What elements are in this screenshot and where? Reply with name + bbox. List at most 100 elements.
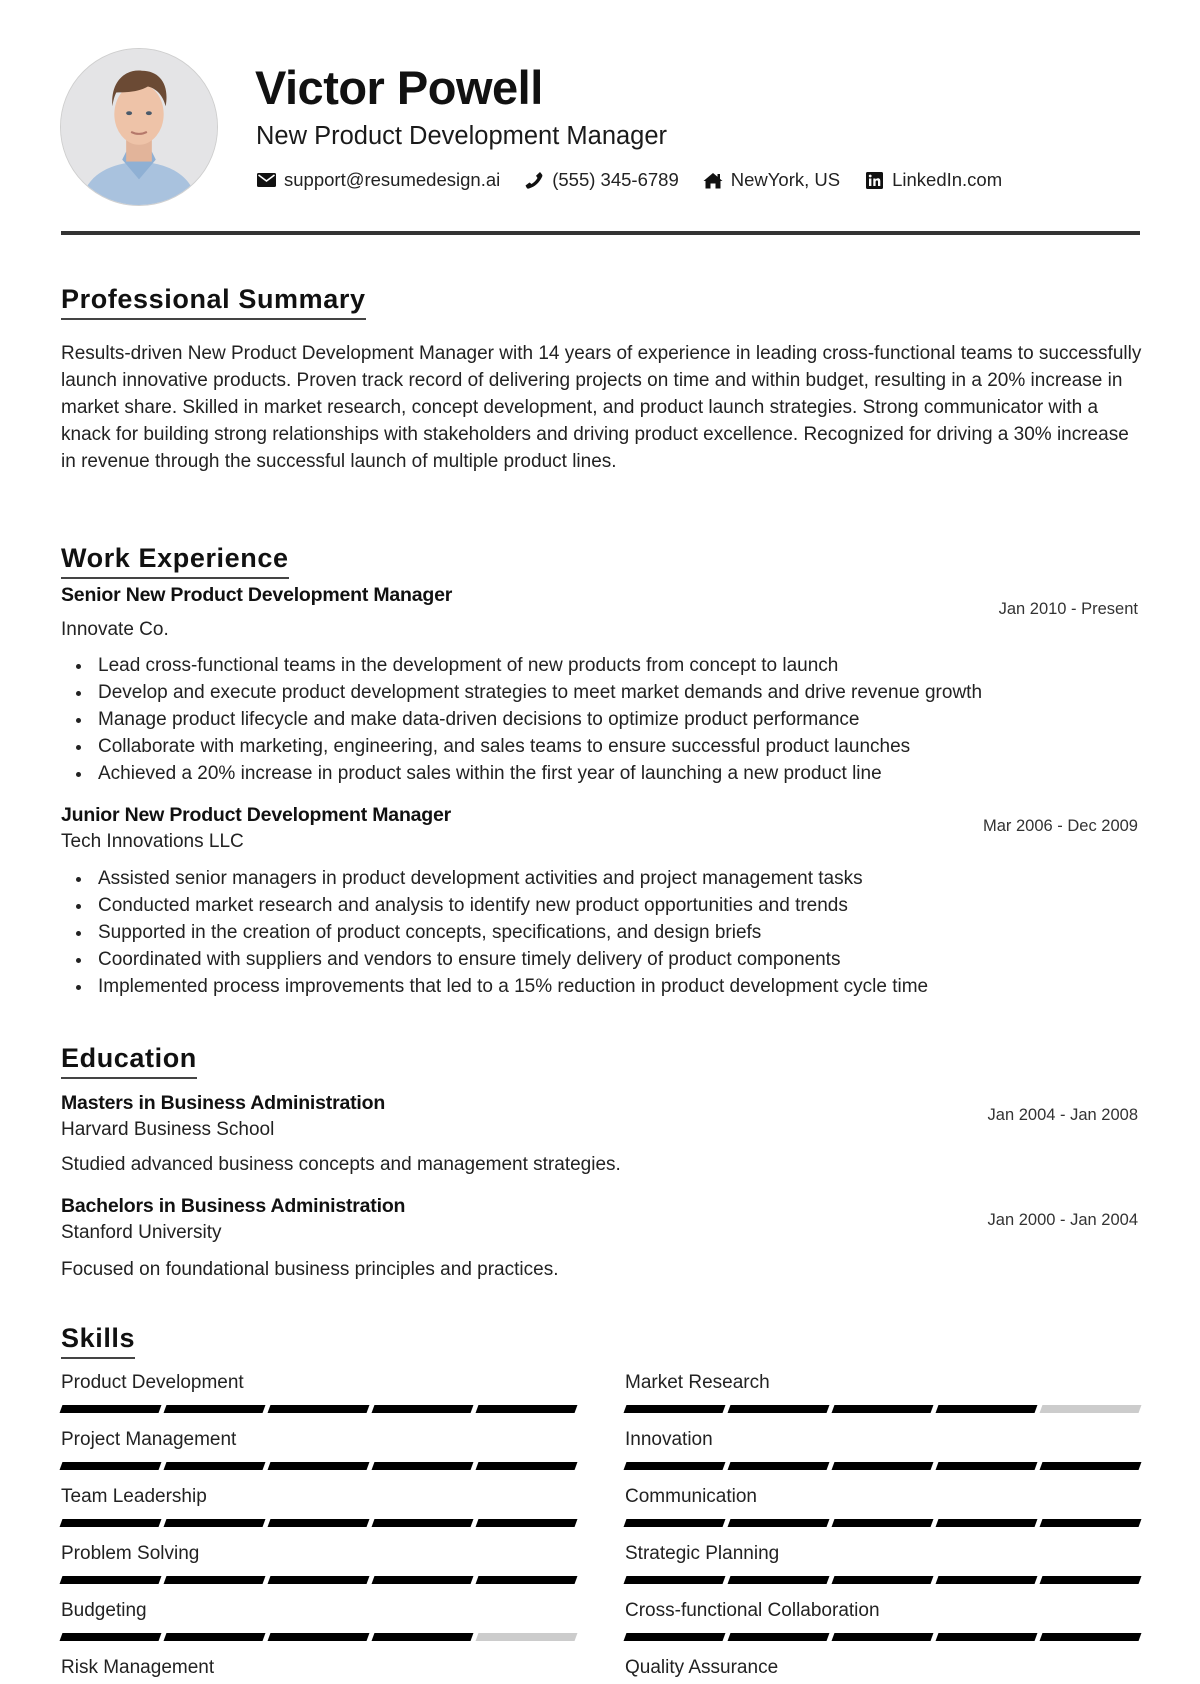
skill-name: Market Research <box>625 1372 770 1393</box>
skill-segment-filled <box>935 1576 1038 1584</box>
job-bullet: Lead cross-functional teams in the devel… <box>61 652 1151 679</box>
skill-segment-filled <box>623 1405 726 1413</box>
summary-heading: Professional Summary <box>61 283 366 320</box>
skill-rating-bar <box>623 1576 1142 1584</box>
skill-segment-filled <box>1039 1519 1142 1527</box>
skill-segment-filled <box>163 1405 266 1413</box>
skill-segment-filled <box>727 1405 830 1413</box>
skill-segment-filled <box>623 1633 726 1641</box>
skill-segment-filled <box>59 1519 162 1527</box>
candidate-title: New Product Development Manager <box>256 122 668 150</box>
education-dates: Jan 2000 - Jan 2004 <box>987 1211 1138 1229</box>
phone-icon <box>524 171 544 189</box>
skill-name: Cross-functional Collaboration <box>625 1600 880 1621</box>
skill-segment-filled <box>371 1519 474 1527</box>
skill-rating-bar <box>59 1576 578 1584</box>
school-name: Harvard Business School <box>61 1119 275 1140</box>
skill-segment-filled <box>59 1405 162 1413</box>
skill-rating-bar <box>59 1405 578 1413</box>
skill-segment-filled <box>831 1405 934 1413</box>
skill-segment-filled <box>623 1519 726 1527</box>
skill-name: Product Development <box>61 1372 244 1393</box>
contact-email[interactable]: support@resumedesign.ai <box>256 169 500 191</box>
skill-segment-filled <box>1039 1462 1142 1470</box>
job-bullet: Supported in the creation of product con… <box>61 919 1151 946</box>
skill-item: Team Leadership <box>59 1485 578 1527</box>
skill-segment-filled <box>727 1576 830 1584</box>
header-divider <box>61 231 1140 235</box>
skill-segment-filled <box>935 1633 1038 1641</box>
contact-phone-text: (555) 345-6789 <box>552 169 679 190</box>
job-bullet: Implemented process improvements that le… <box>61 973 1151 1000</box>
job-bullets: Lead cross-functional teams in the devel… <box>61 652 1151 787</box>
skill-name: Problem Solving <box>61 1543 200 1564</box>
skill-name: Innovation <box>625 1429 713 1450</box>
skill-segment-filled <box>267 1462 370 1470</box>
contact-phone[interactable]: (555) 345-6789 <box>524 169 679 191</box>
skill-segment-filled <box>935 1462 1038 1470</box>
skill-item: Strategic Planning <box>623 1542 1142 1584</box>
skill-segment-filled <box>475 1462 578 1470</box>
skill-segment-filled <box>267 1519 370 1527</box>
school-name: Stanford University <box>61 1222 222 1243</box>
skill-segment-filled <box>831 1576 934 1584</box>
skill-segment-filled <box>623 1576 726 1584</box>
job-bullet: Collaborate with marketing, engineering,… <box>61 733 1151 760</box>
contact-linkedin-text: LinkedIn.com <box>892 169 1003 190</box>
skill-rating-bar <box>623 1519 1142 1527</box>
skill-segment-filled <box>163 1519 266 1527</box>
job-company: Innovate Co. <box>61 619 169 640</box>
skill-segment-filled <box>727 1633 830 1641</box>
skill-name: Quality Assurance <box>625 1657 779 1678</box>
skill-segment-filled <box>727 1462 830 1470</box>
job-bullets: Assisted senior managers in product deve… <box>61 865 1151 1000</box>
degree-title: Masters in Business Administration <box>61 1092 386 1114</box>
avatar-illustration <box>61 49 217 205</box>
skill-item: Budgeting <box>59 1599 578 1641</box>
contact-location: NewYork, US <box>703 169 840 191</box>
envelope-icon <box>256 171 276 189</box>
candidate-name: Victor Powell <box>255 61 543 114</box>
skill-item: Innovation <box>623 1428 1142 1470</box>
skill-rating-bar <box>59 1462 578 1470</box>
linkedin-icon <box>864 171 884 189</box>
job-title: Junior New Product Development Manager <box>61 804 452 826</box>
skill-segment-filled <box>1039 1633 1142 1641</box>
resume-page: Victor Powell New Product Development Ma… <box>0 0 1200 1684</box>
skill-name: Risk Management <box>61 1657 215 1678</box>
skill-segment-filled <box>1039 1576 1142 1584</box>
skill-segment-filled <box>475 1576 578 1584</box>
job-bullet: Achieved a 20% increase in product sales… <box>61 760 1151 787</box>
skill-item: Cross-functional Collaboration <box>623 1599 1142 1641</box>
skill-segment-filled <box>475 1519 578 1527</box>
skill-item: Quality Assurance <box>625 1656 1141 1680</box>
skill-rating-bar <box>623 1462 1142 1470</box>
job-dates: Jan 2010 - Present <box>998 600 1138 618</box>
skills-heading: Skills <box>61 1322 136 1359</box>
skill-segment-filled <box>831 1519 934 1527</box>
skill-item: Product Development <box>59 1371 578 1413</box>
job-bullet: Develop and execute product development … <box>61 679 1151 706</box>
experience-heading: Work Experience <box>61 542 289 579</box>
skill-segment-filled <box>59 1462 162 1470</box>
skill-segment-filled <box>59 1633 162 1641</box>
skill-rating-bar <box>59 1519 578 1527</box>
skill-name: Team Leadership <box>61 1486 207 1507</box>
skill-segment-filled <box>727 1519 830 1527</box>
job-bullet: Manage product lifecycle and make data-d… <box>61 706 1151 733</box>
skill-segment-filled <box>371 1405 474 1413</box>
job-bullet: Conducted market research and analysis t… <box>61 892 1151 919</box>
skill-segment-filled <box>163 1633 266 1641</box>
education-dates: Jan 2004 - Jan 2008 <box>987 1106 1138 1124</box>
skill-item: Communication <box>623 1485 1142 1527</box>
skill-segment-filled <box>935 1405 1038 1413</box>
skill-name: Communication <box>625 1486 757 1507</box>
skill-name: Strategic Planning <box>625 1543 780 1564</box>
skill-segment-filled <box>59 1576 162 1584</box>
skill-segment-filled <box>371 1633 474 1641</box>
contact-location-text: NewYork, US <box>730 169 841 190</box>
education-description: Studied advanced business concepts and m… <box>61 1154 621 1175</box>
skill-segment-empty <box>1039 1405 1142 1413</box>
contact-linkedin[interactable]: LinkedIn.com <box>864 169 1002 191</box>
skill-item: Project Management <box>59 1428 578 1470</box>
